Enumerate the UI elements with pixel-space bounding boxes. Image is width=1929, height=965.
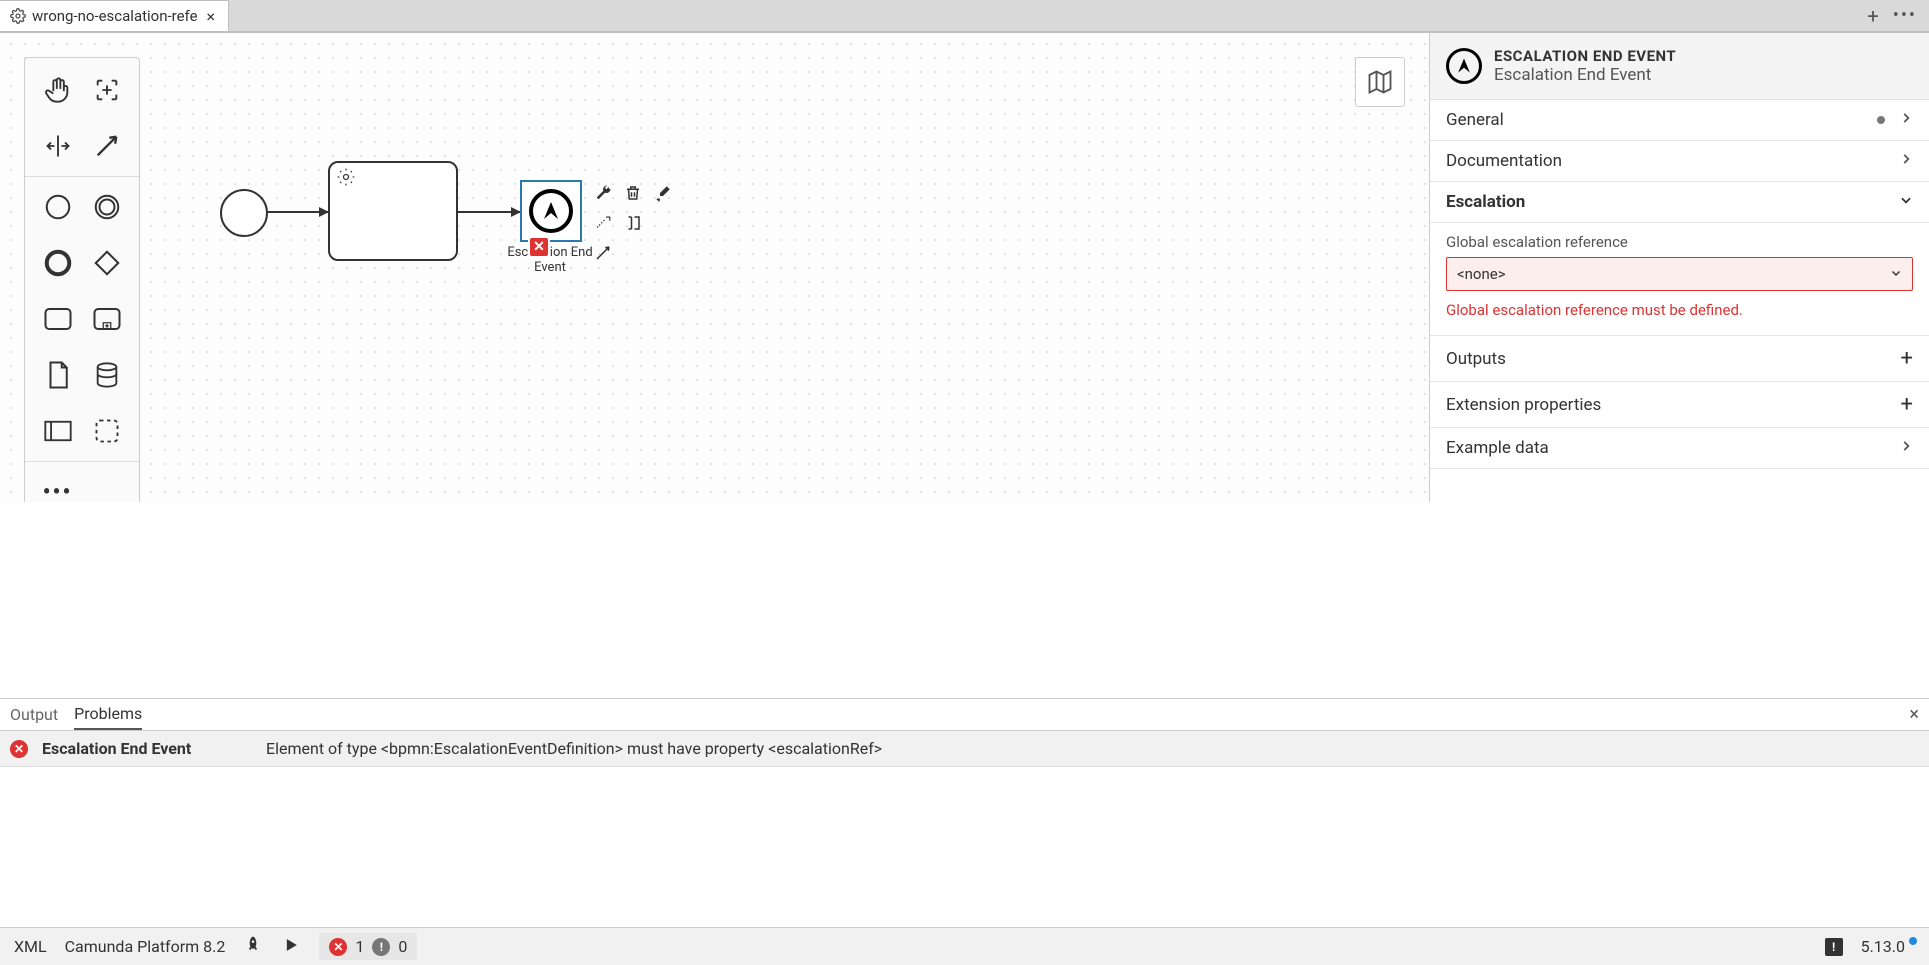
gear-icon — [336, 167, 356, 191]
color-icon[interactable] — [650, 180, 676, 206]
escalation-ref-label: Global escalation reference — [1446, 233, 1913, 251]
escalation-ref-error: Global escalation reference must be defi… — [1446, 301, 1913, 319]
create-data-object[interactable] — [38, 355, 78, 395]
status-bar: XML Camunda Platform 8.2 ✕ 1 ! 0 ! 5.13.… — [0, 927, 1929, 965]
service-task[interactable] — [328, 161, 458, 261]
section-indicator-icon — [1877, 116, 1885, 124]
create-data-store[interactable] — [87, 355, 127, 395]
new-tab-button[interactable]: + — [1867, 4, 1878, 28]
properties-panel: ESCALATION END EVENT Escalation End Even… — [1429, 32, 1929, 502]
annotation-icon[interactable] — [590, 210, 616, 236]
global-connect-tool[interactable] — [87, 126, 127, 166]
run-icon[interactable] — [281, 935, 301, 959]
close-icon[interactable]: × — [204, 7, 219, 26]
element-type-label: ESCALATION END EVENT — [1494, 47, 1676, 65]
context-pad — [590, 180, 676, 266]
hand-tool[interactable] — [38, 70, 78, 110]
section-general[interactable]: General — [1430, 100, 1929, 141]
problem-message: Element of type <bpmn:EscalationEventDef… — [266, 739, 882, 758]
section-extension-properties[interactable]: Extension properties + — [1430, 382, 1929, 428]
diagram-canvas[interactable]: ••• — [0, 32, 1429, 502]
error-count-chip[interactable]: ✕ 1 ! 0 — [319, 933, 417, 960]
create-task[interactable] — [38, 299, 78, 339]
problem-row[interactable]: ✕ Escalation End Event Element of type <… — [0, 731, 1929, 767]
section-documentation[interactable]: Documentation — [1430, 141, 1929, 182]
version-label[interactable]: 5.13.0 — [1861, 937, 1915, 956]
create-subprocess-expanded[interactable] — [87, 299, 127, 339]
start-event[interactable] — [220, 189, 268, 237]
close-icon[interactable]: × — [1909, 704, 1919, 725]
section-escalation[interactable]: Escalation — [1430, 182, 1929, 223]
chevron-down-icon — [1899, 192, 1913, 212]
sequence-flow[interactable] — [268, 211, 328, 213]
space-tool[interactable] — [38, 126, 78, 166]
validation-error-icon[interactable]: ✕ — [528, 236, 550, 258]
create-start-event[interactable] — [38, 187, 78, 227]
deploy-icon[interactable] — [243, 935, 263, 959]
feedback-icon[interactable]: ! — [1825, 938, 1843, 956]
create-participant[interactable] — [38, 411, 78, 451]
bottom-tabs: Output Problems × — [0, 699, 1929, 731]
plus-icon[interactable]: + — [1901, 346, 1913, 371]
chevron-right-icon — [1899, 438, 1913, 458]
element-label: Escalation End Event — [500, 245, 600, 275]
escalation-icon — [1446, 48, 1482, 84]
create-end-event[interactable] — [38, 243, 78, 283]
chevron-right-icon — [1899, 110, 1913, 130]
create-group[interactable] — [87, 411, 127, 451]
error-icon: ✕ — [329, 938, 347, 956]
select-value: <none> — [1457, 265, 1506, 283]
gear-icon — [10, 8, 26, 24]
palette-more[interactable]: ••• — [38, 472, 78, 502]
tab-menu-button[interactable]: ••• — [1893, 5, 1917, 26]
platform-label[interactable]: Camunda Platform 8.2 — [65, 937, 226, 956]
sequence-flow[interactable] — [458, 211, 520, 213]
warning-icon: ! — [372, 938, 390, 956]
error-count: 1 — [355, 937, 364, 956]
create-gateway[interactable] — [87, 243, 127, 283]
delete-icon[interactable] — [620, 180, 646, 206]
tab-output[interactable]: Output — [10, 700, 58, 729]
chevron-down-icon — [1890, 265, 1902, 283]
lasso-tool[interactable] — [87, 70, 127, 110]
tool-palette: ••• — [24, 57, 140, 502]
properties-header: ESCALATION END EVENT Escalation End Even… — [1430, 33, 1929, 100]
create-intermediate-event[interactable] — [87, 187, 127, 227]
connect-icon[interactable] — [590, 240, 616, 266]
escalation-ref-select[interactable]: <none> — [1446, 257, 1913, 291]
element-name-label: Escalation End Event — [1494, 65, 1676, 85]
xml-toggle[interactable]: XML — [14, 937, 47, 956]
minimap-toggle[interactable] — [1355, 57, 1405, 107]
escalation-end-event-selected[interactable] — [520, 180, 582, 242]
file-tab-title: wrong-no-escalation-refe — [32, 7, 198, 25]
problem-element: Escalation End Event — [42, 739, 252, 758]
append-text-annotation-icon[interactable] — [620, 210, 646, 236]
escalation-body: Global escalation reference <none> Globa… — [1430, 223, 1929, 336]
section-outputs[interactable]: Outputs + — [1430, 336, 1929, 382]
tab-problems[interactable]: Problems — [74, 699, 142, 730]
file-tab-active[interactable]: wrong-no-escalation-refe × — [0, 0, 229, 31]
warning-count: 0 — [398, 937, 407, 956]
wrench-icon[interactable] — [590, 180, 616, 206]
diagram: ✕ Escalation End Event — [0, 33, 1429, 502]
section-example-data[interactable]: Example data — [1430, 428, 1929, 469]
tab-bar: wrong-no-escalation-refe × + ••• — [0, 0, 1929, 32]
error-icon: ✕ — [10, 740, 28, 758]
chevron-right-icon — [1899, 151, 1913, 171]
plus-icon[interactable]: + — [1901, 392, 1913, 417]
